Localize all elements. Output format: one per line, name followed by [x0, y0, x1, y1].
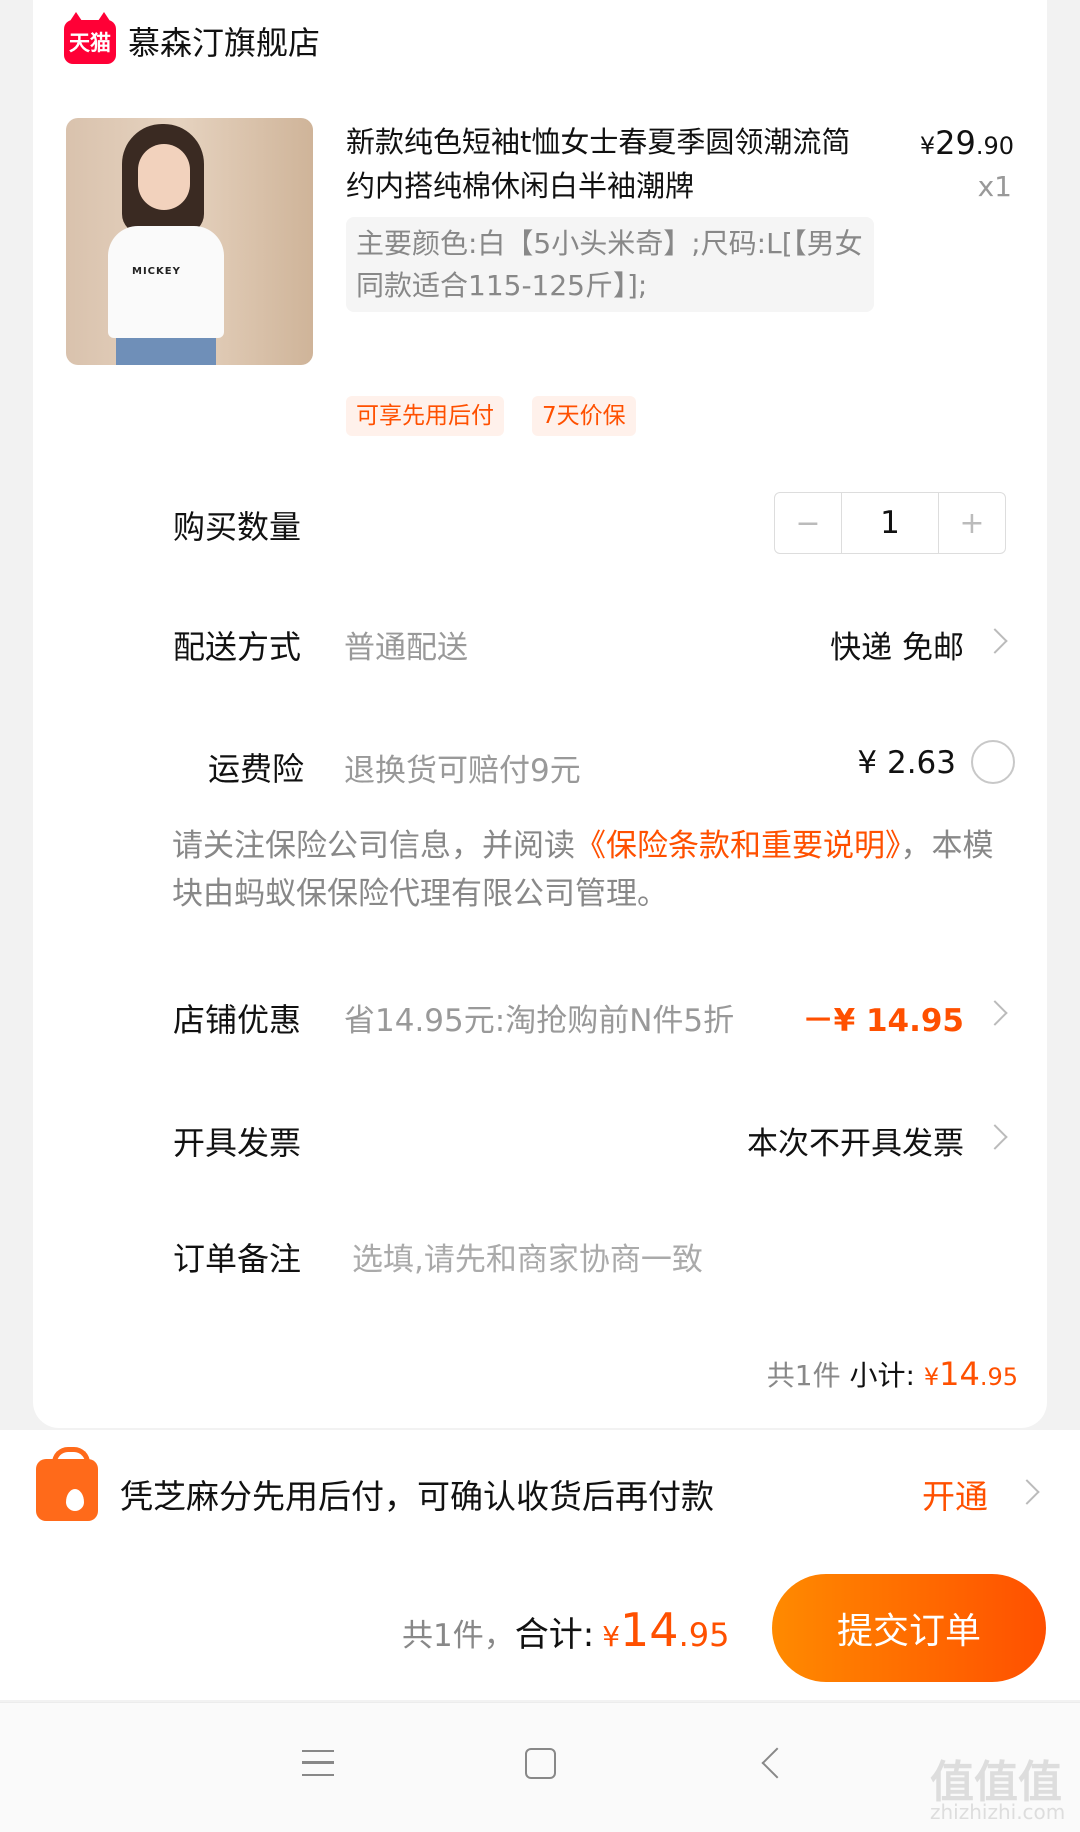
total-dec: .95	[678, 1616, 730, 1654]
total-int: 14	[620, 1603, 679, 1657]
discount-value: 省14.95元:淘抢购前N件5折	[344, 1003, 735, 1039]
total-currency: ¥	[602, 1620, 621, 1653]
tmall-logo-text: 天猫	[69, 31, 111, 55]
product-title[interactable]: 新款纯色短袖t恤女士春夏季圆领潮流简约内搭纯棉休闲白半袖潮牌	[346, 120, 866, 208]
delivery-method[interactable]: 快递 免邮	[830, 622, 964, 667]
total: 共1件，合计: ¥14.95	[402, 1603, 729, 1657]
insurance-value: 退换货可赔付9元	[344, 753, 581, 789]
subtotal: 共1件 小计: ¥14.95	[767, 1354, 1018, 1394]
discount-amount[interactable]: －¥ 14.95	[803, 995, 964, 1040]
remark-input[interactable]: 选填,请先和商家协商一致	[352, 1234, 703, 1279]
plus-button[interactable]: +	[939, 493, 1005, 553]
subtotal-label: 小计:	[849, 1359, 915, 1392]
product-image[interactable]: MICKEY	[66, 118, 313, 365]
remark-label: 订单备注	[173, 1240, 302, 1278]
insurance-label: 运费险	[208, 750, 305, 788]
invoice-value[interactable]: 本次不开具发票	[747, 1118, 964, 1163]
watermark-url: zhizhizhi.com	[930, 1800, 1066, 1824]
price-currency: ¥	[919, 132, 936, 160]
delivery-value: 普通配送	[344, 630, 468, 666]
model-face	[138, 144, 190, 210]
quantity-label: 购买数量	[173, 508, 302, 546]
tag-pay-later: 可享先用后付	[346, 396, 504, 436]
product-price: ¥29.90	[920, 124, 1014, 162]
notice-prefix: 请关注保险公司信息，并阅读	[172, 828, 575, 864]
price-dec: .90	[975, 132, 1014, 160]
insurance-terms-link[interactable]: 《保险条款和重要说明》	[575, 828, 901, 864]
tag-price-protect: 7天价保	[532, 396, 636, 436]
tmall-logo: 天猫	[64, 12, 116, 64]
model-shirt	[108, 226, 224, 338]
discount-label: 店铺优惠	[173, 1001, 302, 1039]
total-count: 共1件，	[402, 1618, 515, 1654]
submit-order-button[interactable]: 提交订单	[772, 1574, 1046, 1682]
delivery-label: 配送方式	[173, 628, 302, 666]
product-sku: 主要颜色:白【5小头米奇】;尺码:L[【男女同款适合115-125斤】];	[346, 217, 874, 312]
subtotal-count: 共1件	[766, 1359, 841, 1392]
pay-later-promo: 凭芝麻分先用后付，可确认收货后再付款	[120, 1477, 714, 1516]
shopping-bag-icon	[36, 1447, 98, 1521]
model-jeans	[116, 338, 216, 365]
store-name[interactable]: 慕森汀旗舰店	[128, 18, 320, 64]
insurance-notice: 请关注保险公司信息，并阅读《保险条款和重要说明》，本模块由蚂蚁保保险代理有限公司…	[172, 822, 1022, 918]
subtotal-int: 14	[939, 1355, 980, 1393]
menu-icon[interactable]	[302, 1750, 334, 1776]
home-icon[interactable]	[525, 1748, 556, 1779]
total-label: 合计:	[514, 1615, 595, 1655]
insurance-price: ¥ 2.63	[857, 745, 956, 781]
insurance-radio[interactable]	[971, 740, 1015, 784]
subtotal-dec: .95	[979, 1363, 1018, 1391]
product-quantity: x1	[977, 170, 1012, 203]
subtotal-currency: ¥	[923, 1363, 940, 1391]
invoice-label: 开具发票	[173, 1124, 302, 1162]
quantity-stepper: − 1 +	[774, 492, 1006, 554]
activate-link[interactable]: 开通	[922, 1470, 988, 1518]
minus-button[interactable]: −	[775, 493, 841, 553]
shirt-print: MICKEY	[132, 266, 181, 277]
quantity-value[interactable]: 1	[841, 493, 939, 553]
price-int: 29	[935, 124, 976, 162]
